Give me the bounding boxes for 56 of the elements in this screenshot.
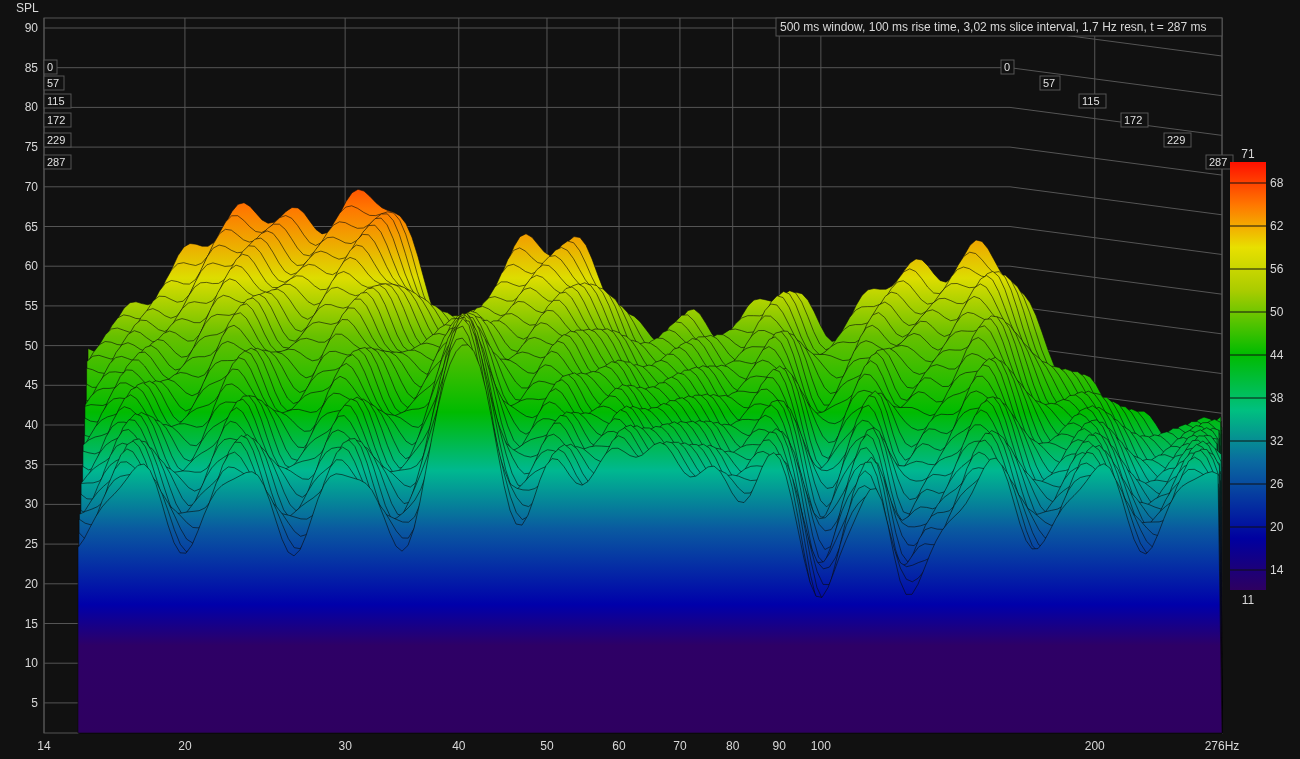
x-tick-label: 50 <box>540 739 554 753</box>
color-scale-label: 50 <box>1270 305 1284 319</box>
y-tick-label: 45 <box>24 378 38 393</box>
y-tick-label: 15 <box>24 616 38 631</box>
time-label: 115 <box>43 93 72 109</box>
color-scale-label: 20 <box>1270 520 1284 534</box>
x-tick-label: 20 <box>178 739 192 753</box>
y-tick-label: 60 <box>24 259 38 274</box>
color-scale-label: 44 <box>1270 348 1284 362</box>
time-label: 57 <box>43 75 65 91</box>
chart-info-label: 500 ms window, 100 ms rise time, 3,02 ms slice interval, 1,7 Hz resn, t = 287 ms <box>775 17 1223 37</box>
x-tick-label: 80 <box>726 739 740 753</box>
x-tick-label: 70 <box>673 739 687 753</box>
color-scale-label: 68 <box>1270 176 1284 190</box>
color-scale-label: 56 <box>1270 262 1284 276</box>
color-scale-label: 14 <box>1270 563 1284 577</box>
time-label: 115 <box>1078 93 1107 109</box>
y-tick-label: 10 <box>24 656 38 671</box>
y-tick-label: 75 <box>24 140 38 155</box>
y-tick-label: 90 <box>24 21 38 35</box>
y-tick-label: 80 <box>24 100 38 115</box>
x-tick-label: 30 <box>338 739 352 753</box>
y-tick-label: 20 <box>24 576 38 591</box>
time-label: 57 <box>1039 75 1061 91</box>
time-label: 287 <box>1205 154 1234 170</box>
time-label: 229 <box>1163 132 1192 148</box>
time-label: 172 <box>1120 112 1149 128</box>
color-scale-label: 26 <box>1270 477 1284 491</box>
x-tick-label: 90 <box>772 739 786 753</box>
color-scale-label: 32 <box>1270 434 1284 448</box>
color-scale-label: 38 <box>1270 391 1284 405</box>
y-tick-label: 85 <box>24 60 38 75</box>
time-label: 0 <box>43 59 58 75</box>
x-tick-label: 40 <box>452 739 466 753</box>
time-label: 172 <box>43 112 72 128</box>
y-tick-label: 25 <box>24 537 38 552</box>
color-scale-label: 71 <box>1241 147 1255 161</box>
x-tick-label: 14 <box>37 739 51 753</box>
color-scale-label: 11 <box>1241 593 1255 607</box>
color-scale-label: 62 <box>1270 219 1284 233</box>
time-label: 287 <box>43 154 72 170</box>
y-tick-label: 5 <box>31 695 38 710</box>
time-label: 0 <box>1000 59 1015 75</box>
time-label: 229 <box>43 132 72 148</box>
x-tick-label: 276Hz <box>1204 739 1240 753</box>
y-tick-label: 55 <box>24 298 38 313</box>
y-tick-label: 35 <box>24 457 38 472</box>
x-tick-label: 100 <box>810 739 831 753</box>
y-tick-label: 65 <box>24 219 38 234</box>
y-tick-label: 70 <box>24 179 38 194</box>
axis-title: SPL <box>16 1 39 15</box>
y-tick-label: 50 <box>24 338 38 353</box>
y-tick-label: 30 <box>24 497 38 512</box>
y-tick-label: 40 <box>24 418 38 432</box>
x-tick-label: 60 <box>612 739 626 753</box>
x-tick-label: 200 <box>1084 739 1105 753</box>
